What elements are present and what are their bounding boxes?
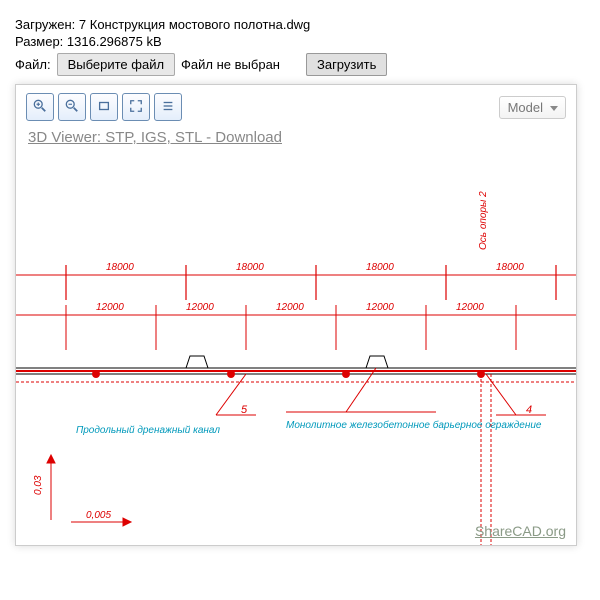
3d-viewer-link[interactable]: 3D Viewer: STP, IGS, STL - Download	[16, 129, 576, 152]
dim-mid-1: 12000	[96, 302, 124, 313]
zoom-out-icon	[65, 99, 79, 116]
note-barrier-1: Монолитное железобетонное барьерное огра…	[286, 419, 542, 431]
cad-viewer: Model 3D Viewer: STP, IGS, STL - Downloa…	[15, 84, 577, 546]
dim-mid-3: 12000	[276, 302, 304, 313]
dim-mid-4: 12000	[366, 302, 394, 313]
drawing-canvas[interactable]: 18000 18000 18000 18000 12000 12000 1200…	[16, 150, 576, 545]
dim-top-4: 18000	[496, 262, 524, 273]
choose-file-button[interactable]: Выберите файл	[57, 53, 175, 76]
viewer-toolbar: Model	[16, 85, 576, 129]
dim-top-2: 18000	[236, 262, 264, 273]
file-size-line: Размер: 1316.296875 kB	[15, 34, 595, 49]
axis-label: Ось опоры 2	[478, 191, 489, 250]
zoom-out-button[interactable]	[58, 93, 86, 121]
layers-icon	[161, 99, 175, 116]
zoom-in-icon	[33, 99, 47, 116]
note-drainage: Продольный дренажный канал	[76, 425, 220, 436]
expand-icon	[129, 99, 143, 116]
sharecad-watermark[interactable]: ShareCAD.org	[475, 523, 566, 539]
upload-button[interactable]: Загрузить	[306, 53, 387, 76]
zoom-in-button[interactable]	[26, 93, 54, 121]
zoom-window-button[interactable]	[90, 93, 118, 121]
dim-top-3: 18000	[366, 262, 394, 273]
rectangle-icon	[97, 99, 111, 116]
callout-5: 5	[241, 404, 248, 416]
dim-top-1: 18000	[106, 262, 134, 273]
file-label: Файл:	[15, 57, 51, 72]
dim-mid-5: 12000	[456, 302, 484, 313]
model-space-select[interactable]: Model	[499, 96, 566, 119]
slope-horiz: 0,005	[86, 510, 111, 521]
zoom-extents-button[interactable]	[122, 93, 150, 121]
callout-4: 4	[526, 404, 532, 416]
loaded-file-line: Загружен: 7 Конструкция мостового полотн…	[15, 17, 595, 32]
layers-button[interactable]	[154, 93, 182, 121]
dim-mid-2: 12000	[186, 302, 214, 313]
slope-vert: 0,03	[33, 475, 44, 495]
no-file-text: Файл не выбран	[181, 57, 280, 72]
